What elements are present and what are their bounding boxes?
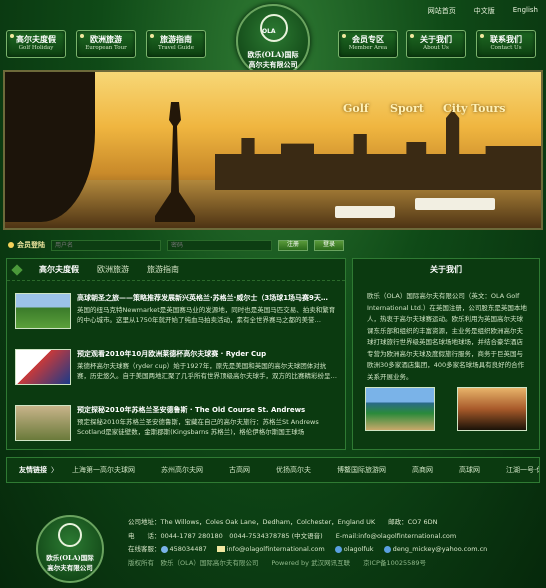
- about-title[interactable]: 关于我们: [353, 259, 539, 281]
- about-text: 欧乐（OLA）国际高尔夫有限公司（英文：OLA Golf Internation…: [367, 292, 527, 381]
- nav-label-en: European Tour: [85, 45, 127, 51]
- news-desc: 莱德杯高尔夫球赛（ryder cup）始于1927年，原先是美国和英国的高尔夫球…: [77, 362, 337, 380]
- friend-link[interactable]: 上海第一高尔夫球网: [72, 465, 135, 475]
- parliament-silhouette: [215, 110, 541, 190]
- footer-contact: 电 话：0044-1787 280180 0044-7534378785 (中文…: [128, 531, 457, 540]
- online-label: 在线客服：: [128, 545, 161, 553]
- banner-tag-golf: Golf: [343, 102, 369, 115]
- footer-online-service: 在线客服： 458034487 info@olagolfinternational.…: [128, 543, 497, 557]
- nav-label-cn: 联系我们: [490, 34, 522, 44]
- username-input[interactable]: [51, 239, 161, 251]
- nav-european-tour[interactable]: 欧洲旅游 European Tour: [76, 30, 136, 58]
- news-panel: 高尔夫度假 欧洲旅游 旅游指南 高球朝圣之旅——策略推荐发展新兴英格兰·苏格兰·…: [6, 258, 346, 450]
- golf-course-thumbnail: [15, 293, 71, 329]
- nav-contact-us[interactable]: 联系我们 Contact Us: [476, 30, 536, 58]
- nav-label-cn: 会员专区: [352, 34, 384, 44]
- news-title[interactable]: 预定观看2010年10月欧洲莱德杯高尔夫球赛 · Ryder Cup: [77, 349, 339, 359]
- nav-travel-guide[interactable]: 旅游指南 Travel Guide: [146, 30, 206, 58]
- tab-travel-guide[interactable]: 旅游指南: [147, 264, 179, 275]
- bullet-icon: [342, 34, 346, 38]
- footer-copyright: 版权所有 欧乐（OLA）国际高尔夫有限公司 Powered by 武汉网讯互联 …: [128, 558, 427, 567]
- news-title[interactable]: 高球朝圣之旅——策略推荐发展新兴英格兰·苏格兰·威尔士（3场球1场马赛9天…: [77, 293, 339, 303]
- horse-rider-image: [457, 387, 527, 431]
- msn-id[interactable]: deng_mickey@yahoo.com.cn: [393, 545, 488, 553]
- msn-icon: [383, 545, 391, 553]
- nav-label-en: Member Area: [348, 45, 388, 51]
- register-button[interactable]: 注册: [278, 239, 309, 251]
- bullet-icon: [150, 34, 154, 38]
- top-links: 网站首页 中文版 English: [428, 6, 538, 16]
- footer-logo-line2: 高尔夫有限公司: [47, 564, 93, 572]
- friend-links-bar: 友情链接 〉 上海第一高尔夫球网 苏州高尔夫网 古高网 优扬高尔夫 博鳌国际旅游…: [6, 457, 540, 483]
- top-link-home[interactable]: 网站首页: [428, 6, 456, 16]
- skype-id[interactable]: olagolfuk: [344, 545, 374, 553]
- news-title[interactable]: 预定探秘2010年苏格兰圣安德鲁斯 · The Old Course St. A…: [77, 405, 339, 415]
- nav-golf-holiday[interactable]: 高尔夫度假 Golf Holiday: [6, 30, 66, 58]
- top-link-english[interactable]: English: [513, 6, 538, 16]
- login-icon: [8, 242, 14, 248]
- friend-links-label: 友情链接: [19, 466, 47, 474]
- ryder-cup-thumbnail: [15, 349, 71, 385]
- banner-tag-city-tours: City Tours: [443, 102, 506, 115]
- news-item[interactable]: 预定观看2010年10月欧洲莱德杯高尔夫球赛 · Ryder Cup 莱德杯高尔…: [15, 349, 339, 389]
- news-desc: 英国的纽马克特Newmarket是英国赛马业的发源地，同时也是英国马匹交易、拍卖…: [77, 306, 336, 324]
- friend-link[interactable]: 博鳌国际旅游网: [337, 465, 386, 475]
- nav-label-en: Golf Holiday: [18, 45, 54, 51]
- coast-golf-image: [365, 387, 435, 431]
- nav-label-en: Contact Us: [490, 45, 522, 51]
- arrow-right-icon: 〉: [51, 466, 58, 474]
- bullet-icon: [80, 34, 84, 38]
- news-item[interactable]: 高球朝圣之旅——策略推荐发展新兴英格兰·苏格兰·威尔士（3场球1场马赛9天… 英…: [15, 293, 339, 333]
- news-tabs: 高尔夫度假 欧洲旅游 旅游指南: [7, 259, 345, 281]
- nav-member-area[interactable]: 会员专区 Member Area: [338, 30, 398, 58]
- golfer-logo-icon: [58, 523, 82, 547]
- bullet-icon: [10, 34, 14, 38]
- nav-label-cn: 关于我们: [420, 34, 452, 44]
- tab-marker-icon: [11, 263, 23, 276]
- tab-golf-holiday[interactable]: 高尔夫度假: [39, 264, 79, 275]
- footer-email[interactable]: info@olagolfinternational.com: [227, 545, 325, 553]
- login-button[interactable]: 登录: [314, 239, 345, 251]
- nav-label-cn: 欧洲旅游: [90, 34, 122, 44]
- password-input[interactable]: [167, 239, 272, 251]
- tab-european-tour[interactable]: 欧洲旅游: [97, 264, 129, 275]
- nav-label-cn: 旅游指南: [160, 34, 192, 44]
- friend-link[interactable]: 苏州高尔夫网: [161, 465, 203, 475]
- member-login-bar: 会员登陆 注册 登录: [8, 238, 538, 252]
- hero-banner: Golf Sport City Tours: [3, 70, 543, 230]
- skype-icon: [334, 545, 342, 553]
- nav-label-en: About Us: [423, 45, 449, 51]
- nav-label-cn: 高尔夫度假: [16, 34, 56, 44]
- logo-name-line2: 高尔夫有限公司: [248, 60, 298, 69]
- bullet-icon: [480, 34, 484, 38]
- friend-link[interactable]: 江湖一号·休闲会所: [506, 465, 539, 475]
- boat-image: [335, 206, 395, 218]
- footer-address: 公司地址：The Willows，Coles Oak Lane，Dedham，C…: [128, 518, 438, 526]
- top-link-chinese[interactable]: 中文版: [474, 6, 495, 16]
- footer: 欧乐(OLA)国际 高尔夫有限公司 公司地址：The Willows，Coles…: [0, 512, 546, 588]
- bullet-icon: [410, 34, 414, 38]
- friend-link[interactable]: 高商网: [412, 465, 433, 475]
- friend-link[interactable]: 高球网: [459, 465, 480, 475]
- friend-link[interactable]: 古高网: [229, 465, 250, 475]
- qq-icon: [160, 545, 168, 553]
- news-desc: 预定探秘2010年苏格兰圣安德鲁斯，宝藏在自己的高尔夫旅行：苏格兰St Andr…: [77, 418, 319, 436]
- footer-logo-line1: 欧乐(OLA)国际: [46, 554, 94, 562]
- logo-name-line1: 欧乐(OLA)国际: [247, 50, 299, 59]
- footer-info: 公司地址：The Willows，Coles Oak Lane，Dedham，C…: [128, 516, 497, 570]
- company-logo[interactable]: OLA 欧乐(OLA)国际 高尔夫有限公司: [236, 4, 310, 78]
- nav-about-us[interactable]: 关于我们 About Us: [406, 30, 466, 58]
- nav-label-en: Travel Guide: [158, 45, 194, 51]
- st-andrews-thumbnail: [15, 405, 71, 441]
- logo-mark: OLA: [262, 28, 276, 35]
- footer-logo: 欧乐(OLA)国际 高尔夫有限公司: [36, 515, 104, 583]
- login-label: 会员登陆: [17, 241, 45, 249]
- banner-tag-sport: Sport: [390, 102, 424, 115]
- qq-number[interactable]: 458034487: [170, 545, 207, 553]
- news-item[interactable]: 预定探秘2010年苏格兰圣安德鲁斯 · The Old Course St. A…: [15, 405, 339, 445]
- friend-link[interactable]: 优扬高尔夫: [276, 465, 311, 475]
- boat-image: [415, 198, 495, 210]
- mail-icon: [216, 546, 225, 552]
- about-panel: 关于我们 欧乐（OLA）国际高尔夫有限公司（英文：OLA Golf Intern…: [352, 258, 540, 450]
